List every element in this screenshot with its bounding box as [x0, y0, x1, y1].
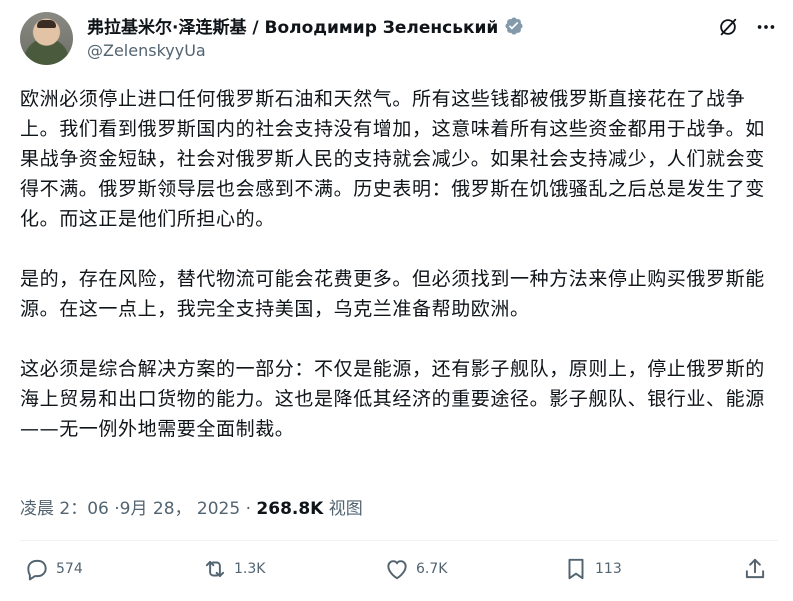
verified-badge-icon	[505, 16, 523, 35]
divider	[20, 540, 778, 541]
share-icon	[745, 558, 765, 579]
grok-icon[interactable]	[717, 16, 739, 38]
meta-separator: ·	[240, 499, 257, 519]
action-bar: 574 1.3K 6.7K 113	[20, 556, 778, 592]
reply-button[interactable]: 574	[24, 556, 83, 582]
post-header: 弗拉基米尔·泽连斯基 / Володимир Зеленський @Zelen…	[20, 12, 778, 68]
reply-count: 574	[56, 561, 83, 577]
post-paragraph: 欧洲必须停止进口任何俄罗斯石油和天然气。所有这些钱都被俄罗斯直接花在了战争上。我…	[20, 88, 765, 230]
more-icon[interactable]	[755, 16, 777, 38]
author-name-line: 弗拉基米尔·泽连斯基 / Володимир Зеленський	[87, 13, 524, 38]
bookmark-count: 113	[595, 561, 622, 577]
author-handle[interactable]: @ZelenskyyUa	[87, 41, 206, 60]
like-button[interactable]: 6.7K	[384, 556, 447, 582]
repost-button[interactable]: 1.3K	[202, 556, 265, 582]
repost-icon	[205, 560, 225, 578]
repost-count: 1.3K	[234, 561, 266, 577]
post-meta: 凌晨 2：06 ·9月 28， 2025 · 268.8K 视图	[20, 494, 363, 519]
reply-icon	[27, 559, 47, 581]
views-label: 视图	[323, 499, 363, 519]
views-count: 268.8K	[256, 499, 324, 519]
post-timestamp[interactable]: 凌晨 2：06 ·9月 28， 2025	[20, 499, 240, 519]
post-paragraph: 是的，存在风险，替代物流可能会花费更多。但必须找到一种方法来停止购买俄罗斯能源。…	[20, 268, 765, 320]
bookmark-button[interactable]: 113	[563, 556, 622, 582]
share-button[interactable]	[742, 556, 768, 582]
like-count: 6.7K	[416, 561, 448, 577]
bookmark-icon	[568, 558, 584, 580]
author-name[interactable]: 弗拉基米尔·泽连斯基 / Володимир Зеленський	[87, 13, 498, 38]
avatar[interactable]	[20, 12, 73, 65]
post-paragraph: 这必须是综合解决方案的一部分：不仅是能源，还有影子舰队，原则上，停止俄罗斯的海上…	[20, 358, 765, 440]
post-text: 欧洲必须停止进口任何俄罗斯石油和天然气。所有这些钱都被俄罗斯直接花在了战争上。我…	[20, 84, 778, 474]
like-icon	[387, 560, 407, 580]
